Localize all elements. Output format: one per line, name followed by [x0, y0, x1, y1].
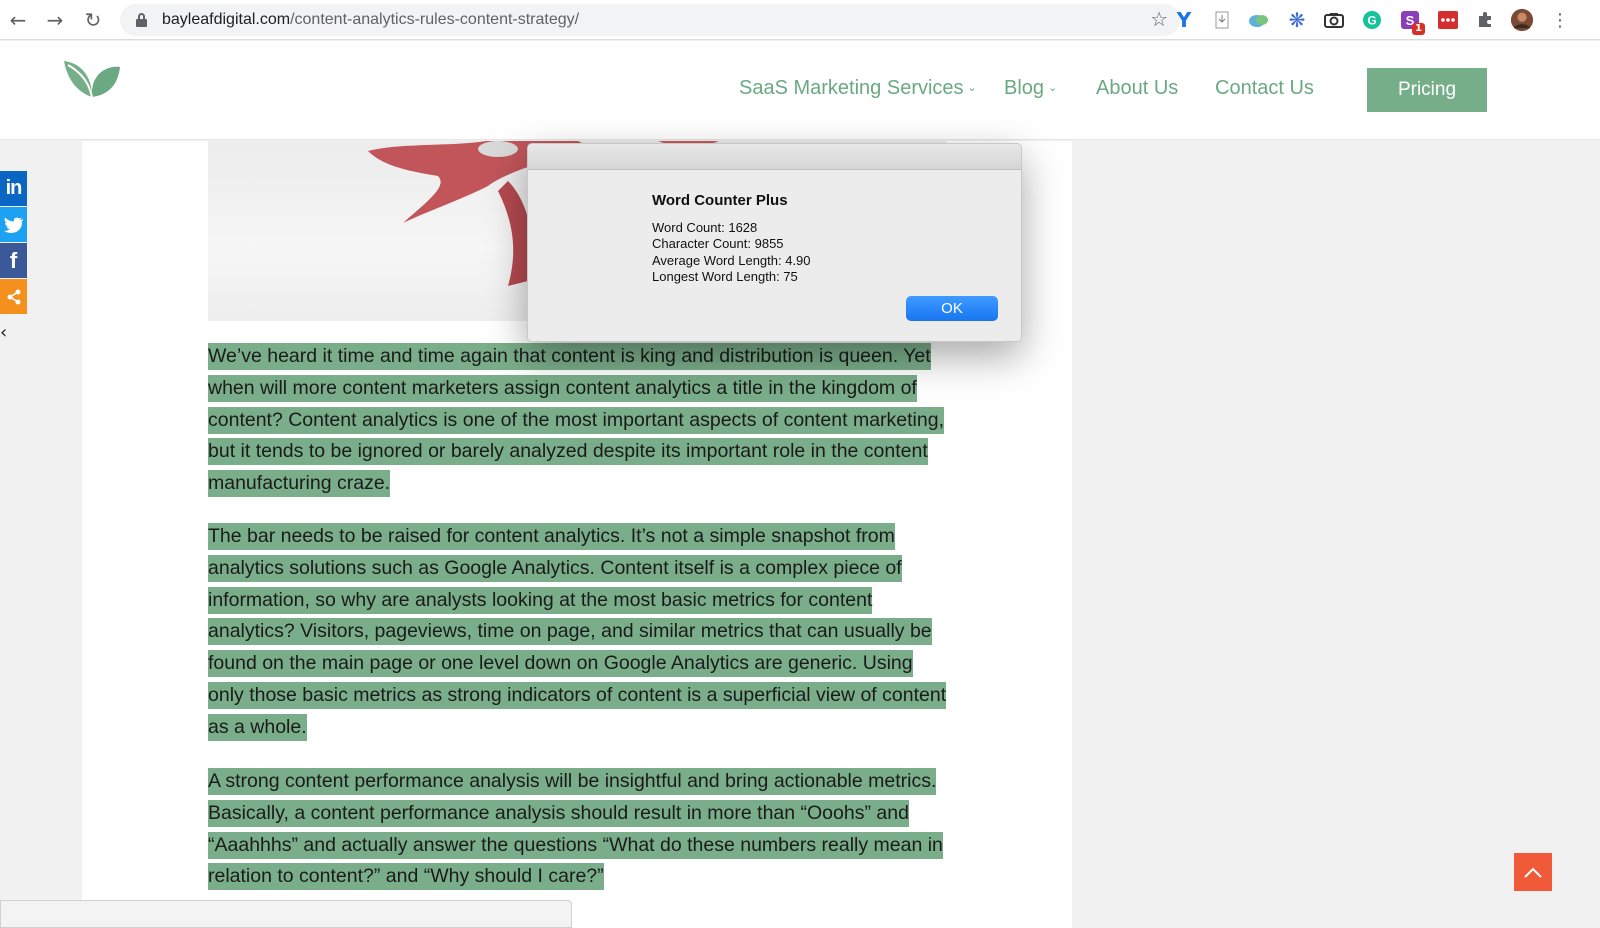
url-text[interactable]: bayleafdigital.com/content-analytics-rul…: [162, 11, 579, 29]
reload-icon[interactable]: ↻: [80, 7, 106, 33]
nav-about-us[interactable]: About Us: [1096, 77, 1178, 100]
bookmark-star-icon[interactable]: ☆: [1150, 7, 1168, 31]
puzzle-extensions-icon[interactable]: [1473, 8, 1497, 32]
chevron-up-icon: [1524, 867, 1542, 878]
more-share-button[interactable]: [0, 279, 27, 314]
s-extension-icon[interactable]: S 1: [1398, 8, 1425, 35]
linkedin-share-button[interactable]: in: [0, 171, 27, 206]
chevron-down-icon: ⌄: [1048, 81, 1058, 94]
grammarly-icon[interactable]: G: [1360, 8, 1384, 32]
pricing-button[interactable]: Pricing: [1367, 68, 1487, 112]
ok-button[interactable]: OK: [906, 296, 998, 321]
cloud-extension-icon[interactable]: [1247, 8, 1271, 32]
word-count-line: Word Count: 1628: [652, 220, 758, 235]
longest-word-length-line: Longest Word Length: 75: [652, 269, 798, 284]
camera-icon[interactable]: [1322, 8, 1346, 32]
svg-text:G: G: [1367, 14, 1376, 28]
twitter-share-button[interactable]: [0, 207, 27, 242]
extension-badge: 1: [1412, 23, 1425, 35]
collapse-arrow-icon[interactable]: ‹: [0, 322, 7, 343]
twitter-icon: [3, 217, 23, 233]
character-count-line: Character Count: 9855: [652, 236, 784, 251]
article-paragraph: A strong content performance analysis wi…: [208, 766, 948, 893]
forward-arrow-icon[interactable]: →: [42, 7, 68, 33]
facebook-share-button[interactable]: f: [0, 243, 27, 278]
nav-blog[interactable]: Blog ⌄: [1004, 77, 1057, 100]
dialog-title: Word Counter Plus: [652, 192, 788, 209]
asterisk-extension-icon[interactable]: ❋: [1285, 8, 1309, 32]
scroll-to-top-button[interactable]: [1514, 853, 1552, 891]
article-paragraph: We’ve heard it time and time again that …: [208, 341, 948, 500]
y-extension-icon[interactable]: Y: [1172, 8, 1196, 32]
average-word-length-line: Average Word Length: 4.90: [652, 253, 811, 268]
nav-contact-us[interactable]: Contact Us: [1215, 77, 1314, 100]
word-counter-dialog: Word Counter Plus Word Count: 1628 Chara…: [527, 143, 1022, 342]
address-bar[interactable]: bayleafdigital.com/content-analytics-rul…: [120, 4, 1180, 36]
paragraph-text: A strong content performance analysis wi…: [208, 768, 943, 891]
share-icon: [7, 289, 20, 304]
browser-menu-icon[interactable]: ⋮: [1548, 8, 1572, 32]
paragraph-text: The bar needs to be raised for content a…: [208, 523, 947, 741]
profile-avatar[interactable]: [1510, 8, 1534, 32]
nav-label: Blog: [1004, 77, 1045, 99]
link-status-bar: [0, 900, 572, 928]
download-extension-icon[interactable]: [1210, 8, 1234, 32]
browser-toolbar: ← → ↻ bayleafdigital.com/content-analyti…: [0, 0, 1600, 40]
back-arrow-icon[interactable]: ←: [5, 7, 31, 33]
nav-saas-marketing-services[interactable]: SaaS Marketing Services ⌄: [739, 77, 977, 100]
article-paragraph: The bar needs to be raised for content a…: [208, 521, 948, 744]
paragraph-text: We’ve heard it time and time again that …: [208, 343, 944, 498]
dots-extension-icon[interactable]: [1436, 8, 1460, 32]
lock-icon: [136, 13, 147, 27]
chevron-down-icon: ⌄: [967, 81, 977, 94]
bayleaf-leaf-logo[interactable]: [62, 57, 122, 101]
dialog-titlebar[interactable]: [528, 144, 1021, 170]
linkedin-icon: in: [5, 177, 23, 199]
nav-label: SaaS Marketing Services: [739, 77, 964, 99]
facebook-icon: f: [9, 247, 18, 273]
url-path: /content-analytics-rules-content-strateg…: [290, 11, 580, 28]
site-header: SaaS Marketing Services ⌄ Blog ⌄ About Us …: [0, 41, 1600, 140]
url-domain: bayleafdigital.com: [162, 11, 291, 28]
